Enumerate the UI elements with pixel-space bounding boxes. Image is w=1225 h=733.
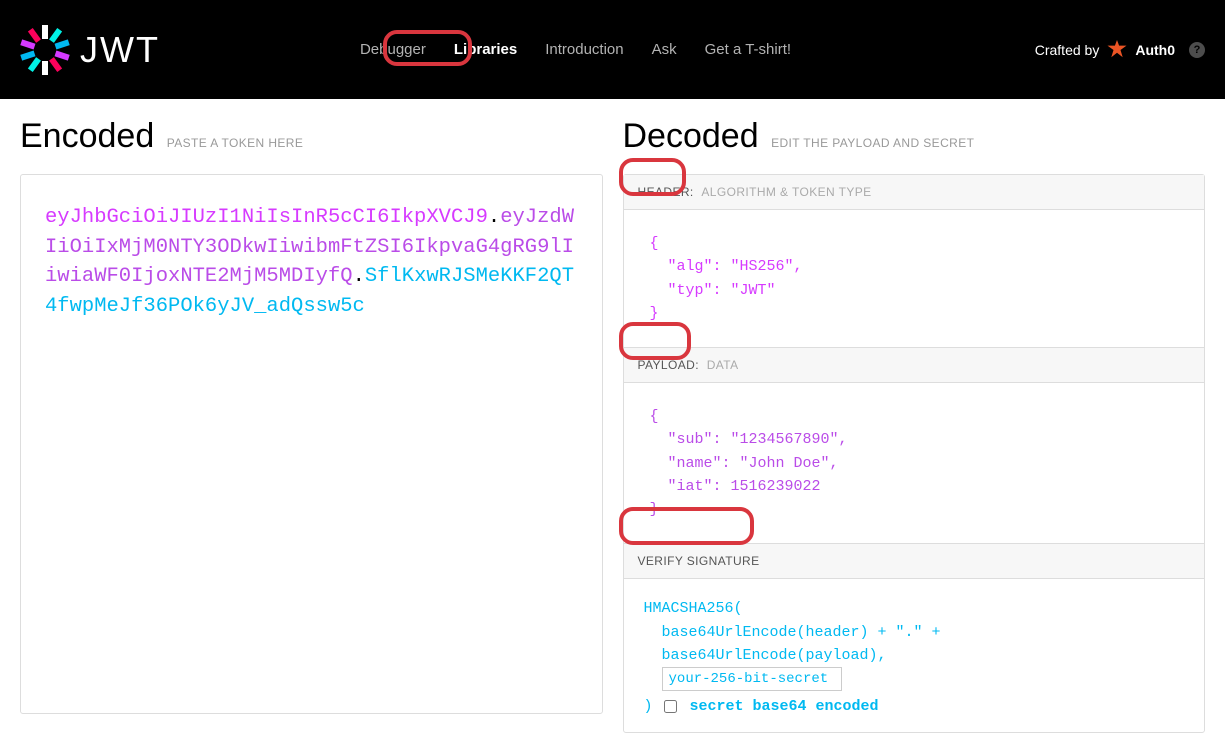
decoded-header-sub: ALGORITHM & TOKEN TYPE [701, 185, 871, 199]
nav-links: Debugger Libraries Introduction Ask Get … [360, 41, 791, 58]
navbar: JWT Debugger Libraries Introduction Ask … [0, 0, 1225, 99]
brand[interactable]: JWT [20, 25, 160, 75]
encoded-textarea[interactable]: eyJhbGciOiJIUzI1NiIsInR5cCI6IkpXVCJ9.eyJ… [20, 174, 603, 714]
decoded-payload-label: PAYLOAD: [638, 358, 699, 372]
nav-right: Crafted by Auth0 ? [1035, 40, 1205, 60]
brand-text: JWT [80, 29, 160, 71]
nav-link-introduction[interactable]: Introduction [545, 41, 623, 58]
base64-label: secret base64 encoded [690, 698, 879, 715]
main: Encoded PASTE A TOKEN HERE eyJhbGciOiJIU… [0, 99, 1225, 733]
token-header-segment: eyJhbGciOiJIUzI1NiIsInR5cCI6IkpXVCJ9 [45, 206, 488, 229]
help-icon[interactable]: ? [1189, 42, 1205, 58]
decoded-signature-label: VERIFY SIGNATURE [638, 554, 760, 568]
secret-input[interactable] [662, 667, 842, 691]
base64-checkbox[interactable] [664, 700, 677, 713]
auth0-label[interactable]: Auth0 [1135, 42, 1175, 58]
decoded-subtitle: EDIT THE PAYLOAD AND SECRET [771, 136, 974, 150]
decoded-header-label: HEADER: [638, 185, 694, 199]
decoded-signature-bar: VERIFY SIGNATURE [624, 543, 1205, 579]
jwt-logo-icon [20, 25, 70, 75]
encoded-subtitle: PASTE A TOKEN HERE [167, 136, 304, 150]
decoded-box: HEADER: ALGORITHM & TOKEN TYPE { "alg": … [623, 174, 1206, 733]
nav-link-debugger[interactable]: Debugger [360, 41, 426, 58]
token-text[interactable]: eyJhbGciOiJIUzI1NiIsInR5cCI6IkpXVCJ9.eyJ… [45, 203, 578, 322]
decoded-payload-sub: DATA [707, 358, 739, 372]
decoded-signature-body: HMACSHA256( base64UrlEncode(header) + ".… [624, 579, 1205, 732]
decoded-title: Decoded [623, 117, 759, 156]
decoded-header-body[interactable]: { "alg": "HS256", "typ": "JWT" } [624, 210, 1205, 347]
decoded-column: Decoded EDIT THE PAYLOAD AND SECRET HEAD… [613, 117, 1206, 733]
sig-close-paren: ) [644, 698, 662, 715]
auth0-icon [1107, 40, 1127, 60]
nav-link-libraries[interactable]: Libraries [454, 41, 517, 58]
decoded-payload-body[interactable]: { "sub": "1234567890", "name": "John Doe… [624, 383, 1205, 543]
decoded-header-bar: HEADER: ALGORITHM & TOKEN TYPE [624, 175, 1205, 210]
crafted-by-label: Crafted by [1035, 42, 1100, 58]
nav-link-tshirt[interactable]: Get a T-shirt! [705, 41, 791, 58]
nav-link-ask[interactable]: Ask [652, 41, 677, 58]
decoded-payload-bar: PAYLOAD: DATA [624, 347, 1205, 383]
encoded-column: Encoded PASTE A TOKEN HERE eyJhbGciOiJIU… [20, 117, 613, 733]
encoded-title: Encoded [20, 117, 154, 156]
